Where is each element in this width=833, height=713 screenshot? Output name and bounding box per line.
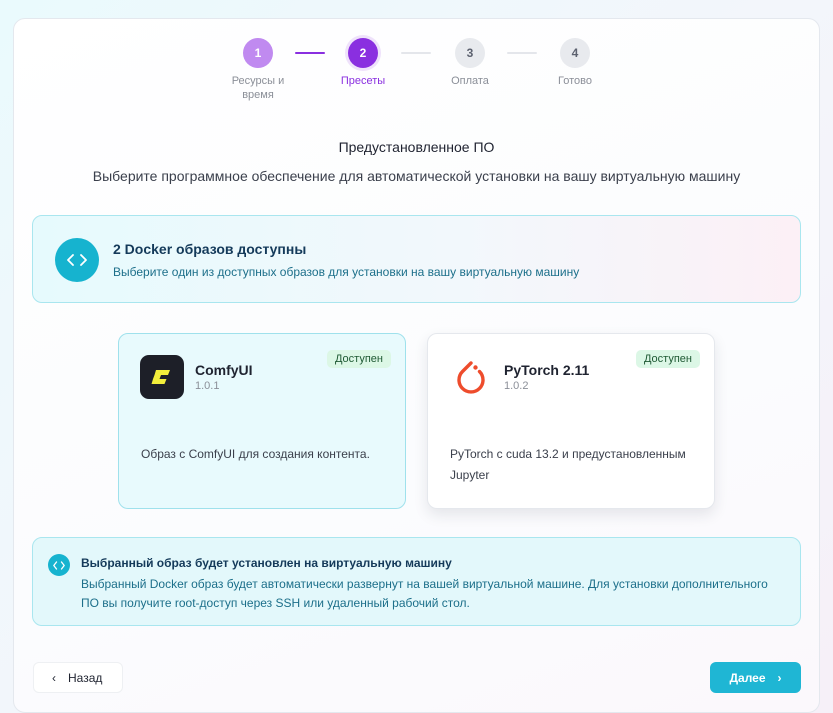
image-version: 1.0.1 [195,380,220,392]
stepper: 1 Ресурсы и время 2 Пресеты 3 Оплата 4 Г… [0,0,833,110]
pytorch-logo-icon [449,355,493,399]
status-badge: Доступен [326,350,391,368]
image-card-comfyui[interactable]: ComfyUI 1.0.1 Доступен Образ с ComfyUI д… [118,333,406,509]
page-subtitle: Выберите программное обеспечение для авт… [92,168,741,184]
back-button-label: Назад [68,670,103,685]
step-payment[interactable]: 3 Оплата [425,38,515,88]
image-description: PyTorch с cuda 13.2 и предустановленным … [450,447,686,482]
image-version: 1.0.2 [504,380,529,392]
step-number: 3 [455,38,485,68]
install-note: Выбранный образ будет установлен на вирт… [32,537,801,626]
step-label: Ресурсы и время [231,75,285,101]
code-icon [48,554,70,576]
image-name: PyTorch 2.11 [504,362,590,378]
status-badge: Доступен [635,350,700,368]
step-number: 2 [348,38,378,68]
step-number: 1 [243,38,273,68]
back-button[interactable]: ‹ Назад [33,662,123,693]
next-button[interactable]: Далее › [710,662,801,693]
page-title: Предустановленное ПО [338,139,495,155]
chevron-left-icon: ‹ [52,670,56,685]
code-icon [55,238,99,282]
step-label: Пресеты [340,75,386,87]
comfyui-logo-icon [140,355,184,399]
image-description: Образ с ComfyUI для создания контента. [141,447,370,461]
step-resources[interactable]: 1 Ресурсы и время [213,38,303,102]
step-presets[interactable]: 2 Пресеты [318,38,408,88]
step-done[interactable]: 4 Готово [530,38,620,88]
banner-title: 2 Docker образов доступны [113,241,307,257]
docker-info-banner: 2 Docker образов доступны Выберите один … [32,215,801,303]
step-number: 4 [560,38,590,68]
note-title: Выбранный образ будет установлен на вирт… [81,556,452,570]
note-text: Выбранный Docker образ будет автоматичес… [81,577,768,610]
image-card-pytorch[interactable]: PyTorch 2.11 1.0.2 Доступен PyTorch с cu… [427,333,715,509]
step-label: Готово [558,75,592,87]
image-name: ComfyUI [195,362,253,378]
chevron-right-icon: › [777,670,782,685]
banner-text: Выберите один из доступных образов для у… [113,265,580,279]
next-button-label: Далее [729,670,766,685]
step-label: Оплата [451,75,489,87]
